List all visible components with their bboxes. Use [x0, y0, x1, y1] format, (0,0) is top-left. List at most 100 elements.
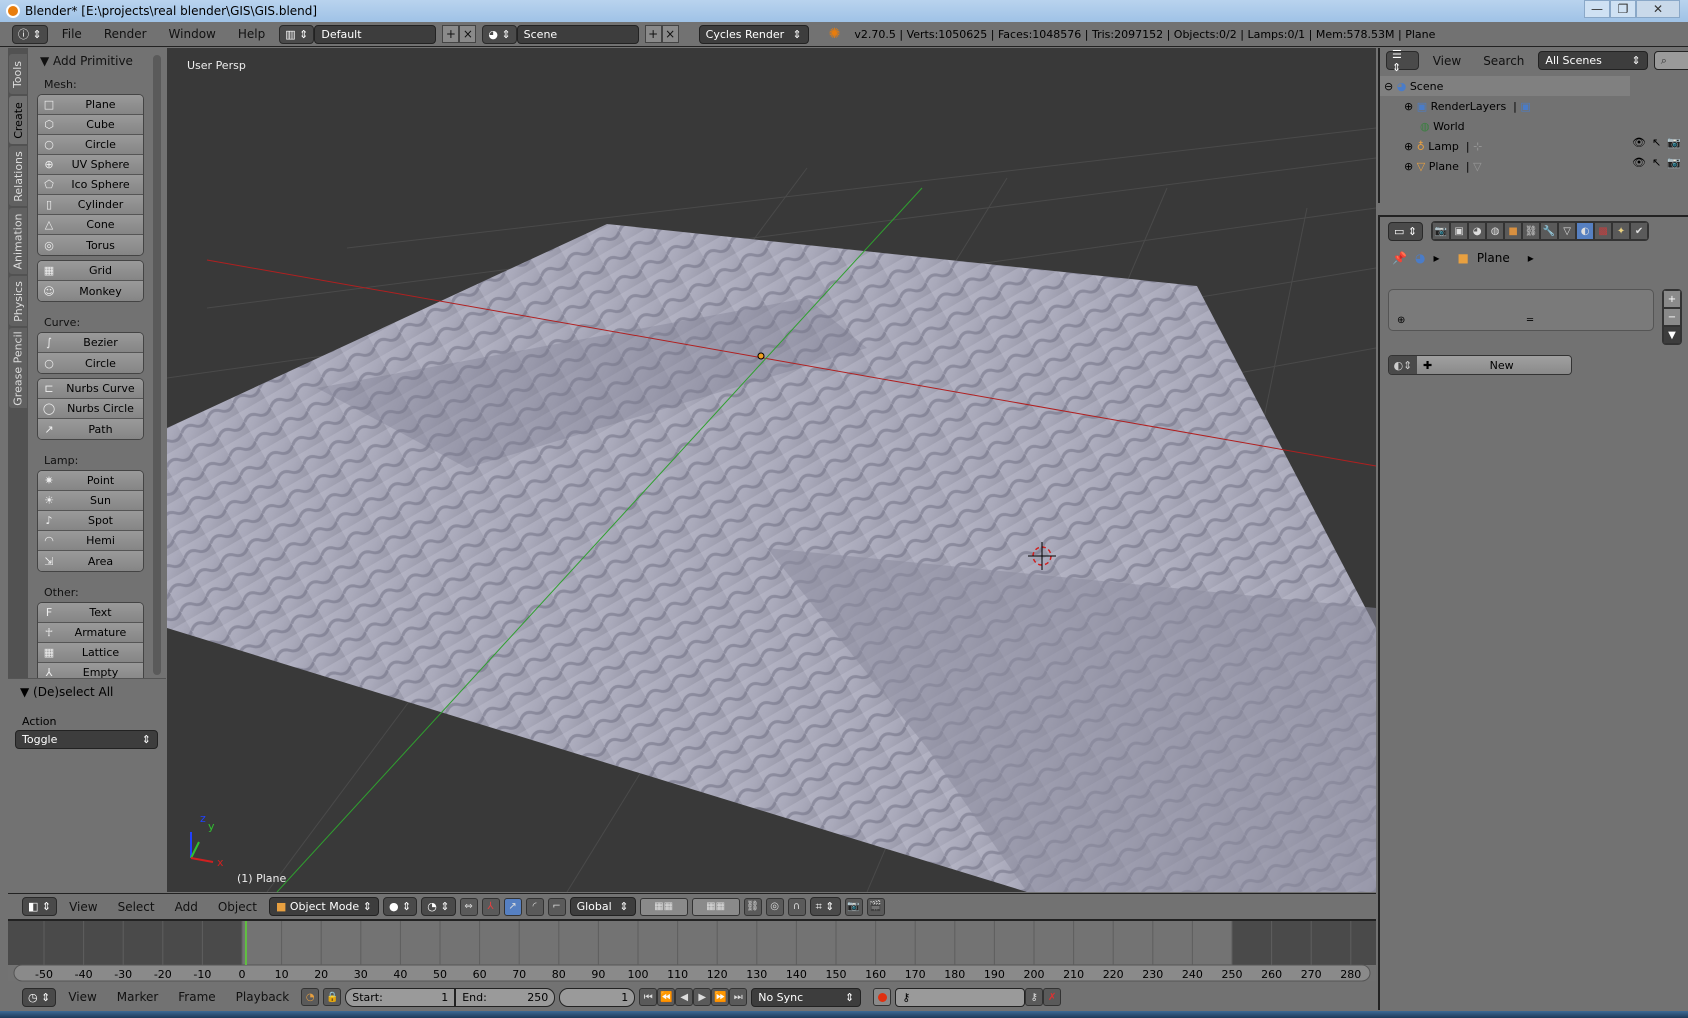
pivot-point-select[interactable]: ◔ ⇕ [421, 897, 456, 916]
tab-tools[interactable]: Tools [9, 54, 27, 94]
add-scene-button[interactable]: + [644, 25, 662, 43]
add-cone-button[interactable]: △ Cone [38, 215, 143, 235]
resize-handle-icon[interactable]: ═ [1527, 315, 1533, 326]
outliner-item-renderlayers[interactable]: ⊕ ▣ RenderLayers | ▣ [1404, 96, 1654, 116]
timeline[interactable]: -50 -40 -30 -20 -10 0 10 20 30 40 50 60 70 80 90 100 110… [8, 919, 1376, 982]
new-material-button[interactable]: ✚ New [1417, 356, 1571, 374]
menu-render[interactable]: Render [96, 27, 155, 41]
close-button[interactable]: ✕ [1636, 0, 1680, 18]
menu-view[interactable]: View [60, 990, 104, 1004]
add-plane-button[interactable]: □ Plane [38, 95, 143, 115]
menu-select[interactable]: Select [110, 900, 163, 914]
tab-object-icon[interactable]: ■ [1504, 222, 1523, 240]
3d-viewport[interactable]: User Persp z y x (1) Plane [167, 48, 1376, 892]
tab-relations[interactable]: Relations [9, 146, 27, 206]
deselect-panel-header[interactable]: ▼ (De)select All [20, 685, 113, 699]
add-monkey-button[interactable]: ☺ Monkey [38, 281, 143, 301]
add-torus-button[interactable]: ◎ Torus [38, 235, 143, 255]
tab-data-icon[interactable]: ▽ [1558, 222, 1577, 240]
manipulator-axis-icon[interactable]: ⅄ [481, 897, 500, 916]
start-frame-field[interactable]: Start: 1 [345, 987, 456, 1007]
tab-modifiers-icon[interactable]: 🔧 [1540, 222, 1559, 240]
keying-set-field[interactable]: ⚷ [895, 987, 1026, 1007]
selectable-cursor-icon[interactable]: ↖ [1652, 136, 1661, 149]
jump-end-icon[interactable]: ⏭ [729, 988, 748, 1006]
end-frame-field[interactable]: End: 250 [455, 987, 556, 1007]
sync-mode-select[interactable]: No Sync ⇕ [751, 987, 862, 1007]
proportional-edit-icon[interactable]: ◎ [765, 897, 784, 916]
tab-constraints-icon[interactable]: ⛓ [1522, 222, 1541, 240]
current-frame-field[interactable]: 1 [559, 987, 636, 1007]
add-circle-button[interactable]: ○ Circle [38, 353, 143, 373]
menu-search[interactable]: Search [1475, 54, 1532, 68]
render-opengl-icon[interactable]: 📷 [844, 897, 863, 916]
add-cylinder-button[interactable]: ▯ Cylinder [38, 195, 143, 215]
add-ico-sphere-button[interactable]: ⬠ Ico Sphere [38, 175, 143, 195]
jump-start-icon[interactable]: ⏮ [639, 988, 658, 1006]
menu-file[interactable]: File [54, 27, 90, 41]
add-area-button[interactable]: ⇲ Area [38, 551, 143, 571]
add-point-button[interactable]: ✷ Point [38, 471, 143, 491]
add-lattice-button[interactable]: ▦ Lattice [38, 643, 143, 663]
tab-render-layers-icon[interactable]: ▣ [1450, 222, 1469, 240]
remove-layout-button[interactable]: × [459, 25, 477, 43]
expand-icon[interactable]: ⊕ [1404, 160, 1413, 173]
delete-keyframe-icon[interactable]: ✗ [1043, 988, 1062, 1006]
add-circle-button[interactable]: ○ Circle [38, 135, 143, 155]
collapse-icon[interactable]: ⊖ [1384, 80, 1393, 93]
add-path-button[interactable]: ↗ Path [38, 419, 143, 439]
add-nurbs-circle-button[interactable]: ◯ Nurbs Circle [38, 399, 143, 419]
action-select[interactable]: Toggle ⇕ [15, 730, 158, 749]
visibility-eye-icon[interactable]: 👁 [1632, 156, 1646, 169]
tab-physics-icon[interactable]: ✔ [1630, 222, 1649, 240]
menu-view[interactable]: View [1425, 54, 1469, 68]
scene-icon[interactable]: ◕ ⇕ [482, 24, 517, 44]
translate-manipulator-icon[interactable]: ↗ [503, 897, 522, 916]
renderable-camera-icon[interactable]: 📷 [1667, 156, 1681, 169]
add-bezier-button[interactable]: ∫ Bezier [38, 333, 143, 353]
scale-manipulator-icon[interactable]: ⌐ [547, 897, 566, 916]
tab-grease-pencil[interactable]: Grease Pencil [9, 328, 27, 408]
remove-slot-button[interactable]: − [1663, 308, 1681, 326]
tab-texture-icon[interactable]: ▩ [1594, 222, 1613, 240]
restore-button[interactable]: ❐ [1610, 0, 1636, 18]
mode-select[interactable]: ■ Object Mode ⇕ [268, 897, 379, 916]
rotate-manipulator-icon[interactable]: ◜ [525, 897, 544, 916]
add-cube-button[interactable]: ⬡ Cube [38, 115, 143, 135]
add-layout-button[interactable]: + [442, 25, 460, 43]
tab-create[interactable]: Create [9, 96, 27, 144]
menu-playback[interactable]: Playback [228, 990, 298, 1004]
menu-add[interactable]: Add [167, 900, 206, 914]
tab-scene-icon[interactable]: ◕ [1468, 222, 1487, 240]
add-slot-button[interactable]: + [1663, 290, 1681, 308]
manipulator-toggle-icon[interactable]: ⇔ [459, 897, 478, 916]
scene-field[interactable]: Scene [516, 24, 639, 44]
tool-panel-scrollbar[interactable] [153, 55, 161, 675]
menu-object[interactable]: Object [210, 900, 265, 914]
menu-window[interactable]: Window [161, 27, 224, 41]
outliner-item-lamp[interactable]: ⊕ ♁ Lamp | ⊹ [1404, 136, 1654, 156]
add-spot-button[interactable]: ♪ Spot [38, 511, 143, 531]
snap-toggle-icon[interactable]: ∩ [787, 897, 806, 916]
insert-keyframe-icon[interactable]: ⚷ [1025, 988, 1044, 1006]
menu-view[interactable]: View [61, 900, 105, 914]
menu-marker[interactable]: Marker [109, 990, 166, 1004]
play-reverse-icon[interactable]: ◀ [675, 988, 694, 1006]
timeline-scrollbar[interactable] [13, 964, 1371, 982]
tab-render-icon[interactable]: 📷 [1432, 222, 1451, 240]
layout-field[interactable]: Default [314, 24, 437, 44]
editor-type-outliner-button[interactable]: ☰ ⇕ [1386, 48, 1419, 74]
editor-type-properties-button[interactable]: ▭ ⇕ [1388, 221, 1424, 241]
outliner-search-input[interactable]: ⌕ [1653, 51, 1688, 70]
renderable-camera-icon[interactable]: 📷 [1667, 136, 1681, 149]
play-icon[interactable]: ▶ [693, 988, 712, 1006]
menu-frame[interactable]: Frame [170, 990, 223, 1004]
outliner-filter-select[interactable]: All Scenes ⇕ [1538, 51, 1648, 70]
add-armature-button[interactable]: ☥ Armature [38, 623, 143, 643]
add-text-button[interactable]: F Text [38, 603, 143, 623]
viewport-shading-select[interactable]: ● ⇕ [382, 897, 418, 916]
jump-keyframe-back-icon[interactable]: ⏪ [657, 988, 676, 1006]
tab-particles-icon[interactable]: ✦ [1612, 222, 1631, 240]
lock-icon[interactable]: 🔒 [323, 988, 342, 1006]
material-browse-button[interactable]: ◐⇕ [1389, 356, 1417, 374]
